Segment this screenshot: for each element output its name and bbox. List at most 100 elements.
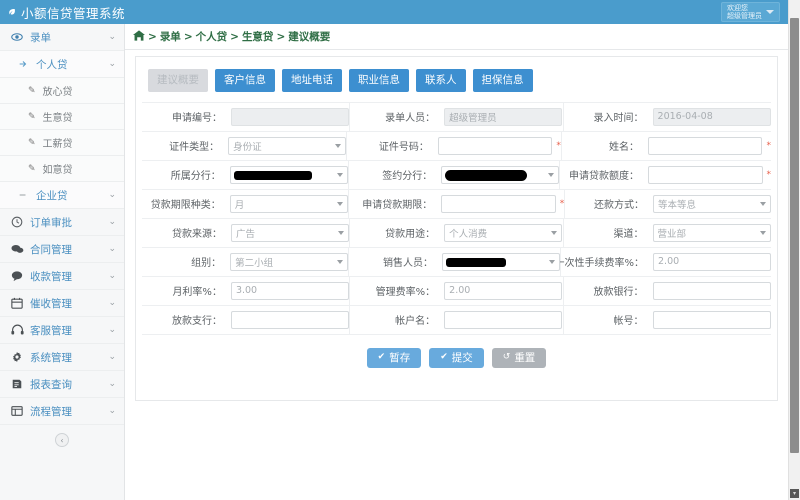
user-menu-button[interactable]: 欢迎您 超级管理员 [721, 2, 780, 22]
sidebar-item-dingdanshenpi[interactable]: 订单审批 ⌄ [0, 209, 124, 236]
fangkuan-yinhang-input[interactable] [653, 282, 771, 300]
check-icon: ✔ [440, 353, 448, 362]
shenqing-daikuan-qixian-input[interactable] [441, 195, 556, 213]
zhanghao-input[interactable] [653, 311, 771, 329]
field-label: 放款银行： [564, 277, 651, 305]
chongzhi-button[interactable]: ↺ 重置 [492, 348, 547, 369]
field-label: 帐号： [564, 306, 651, 334]
tab-kehuxinxi[interactable]: 客户信息 [215, 69, 275, 92]
sidebar-item-gerendai[interactable]: 个人贷 ⌄ [0, 51, 124, 78]
huankuan-fangshi-select[interactable]: 等本等息 [653, 195, 771, 213]
daikuan-qixian-zhonglei-select[interactable]: 月 [230, 195, 348, 213]
chevron-down-icon: ⌄ [108, 271, 116, 281]
select-value: 月 [235, 197, 245, 211]
field-label: 月利率%： [142, 277, 229, 305]
sidebar-item-fangxindai[interactable]: ✎ 放心贷 [0, 78, 124, 104]
required-asterisk: * [560, 199, 565, 209]
sidebar-item-lurudan[interactable]: 录单 ⌄ [0, 24, 124, 51]
zhengjian-haoma-input[interactable] [438, 137, 553, 155]
app-title: 小额信贷管理系统 [21, 3, 125, 22]
qudao-select[interactable]: 营业部 [653, 224, 771, 242]
breadcrumb-item-0[interactable]: 录单 [160, 29, 181, 44]
field-label: 帐户名： [350, 306, 442, 334]
sidebar-item-baobiaochaxun[interactable]: 报表查询 ⌄ [0, 371, 124, 398]
field-label: 销售人员： [349, 248, 440, 276]
shenqing-daikuan-edu-input[interactable] [648, 166, 763, 184]
sidebar-navigation: 录单 ⌄ 个人贷 ⌄ ✎ 放心贷 ✎ 生意贷 ✎ 工薪贷 ✎ 如意贷 [0, 24, 125, 500]
breadcrumb-item-2[interactable]: 生意贷 [242, 29, 274, 44]
sidebar-item-label: 合同管理 [26, 242, 108, 257]
zhanghuming-input[interactable] [444, 311, 562, 329]
arrow-right-icon [14, 59, 32, 69]
field-control: * [646, 161, 771, 189]
chevron-down-icon [766, 10, 774, 14]
sidebar-item-liuchengguanli[interactable]: 流程管理 ⌄ [0, 398, 124, 425]
field-label: 渠道： [564, 219, 651, 247]
pencil-icon: ✎ [28, 112, 36, 122]
field-label: 申请贷款期限： [349, 190, 440, 218]
sidebar-item-shoukuanguanli[interactable]: 收款管理 ⌄ [0, 263, 124, 290]
sidebar-item-qiyedai[interactable]: 企业贷 ⌄ [0, 182, 124, 209]
tab-jianyigaiyao[interactable]: 建议概要 [148, 69, 208, 92]
tijiao-button[interactable]: ✔ 提交 [429, 348, 484, 369]
xiaoshou-renyuan-select[interactable] [442, 253, 560, 271]
chevron-down-icon: ⌄ [108, 406, 116, 416]
scrollbar-down-button[interactable]: ▾ [790, 489, 799, 498]
sidebar-item-xitongguanli[interactable]: 系统管理 ⌄ [0, 344, 124, 371]
field-control: 2016-04-08 [651, 103, 771, 131]
zhengjian-leixing-select[interactable]: 身份证 [228, 137, 346, 155]
scrollbar-thumb[interactable] [790, 18, 799, 453]
sidebar-item-cuishouguanli[interactable]: 催收管理 ⌄ [0, 290, 124, 317]
zancun-button[interactable]: ✔ 暂存 [367, 348, 422, 369]
form-row: 贷款期限种类： 月 申请贷款期限： * 还款方式： [142, 190, 771, 219]
yuelilv-input[interactable]: 3.00 [231, 282, 349, 300]
form-grid: 申请编号： 录单人员： 超级管理员 录入时间： 2016-04-08 [142, 102, 771, 335]
tab-danbaoxinxi[interactable]: 担保信息 [473, 69, 533, 92]
field-label: 证件类型： [142, 132, 226, 160]
daikuan-laiyuan-select[interactable]: 广告 [231, 224, 349, 242]
sidebar-collapse-button[interactable]: ‹ [55, 433, 69, 447]
field-label: 还款方式： [565, 190, 651, 218]
bubble-icon [8, 270, 26, 282]
form-actions: ✔ 暂存 ✔ 提交 ↺ 重置 [142, 335, 771, 369]
daikuan-yongtu-select[interactable]: 个人消费 [444, 224, 562, 242]
qianyue-fenhang-select[interactable] [441, 166, 559, 184]
sidebar-item-gongxindai[interactable]: ✎ 工薪贷 [0, 130, 124, 156]
chat-icon [8, 243, 26, 255]
page-scrollbar[interactable]: ▾ [788, 0, 800, 500]
sidebar-item-ruyidai[interactable]: ✎ 如意贷 [0, 156, 124, 182]
xingming-input[interactable] [648, 137, 763, 155]
ludan-renyuan-input[interactable]: 超级管理员 [444, 108, 562, 126]
tab-dizhidianhua[interactable]: 地址电话 [282, 69, 342, 92]
sidebar-item-hetongguanli[interactable]: 合同管理 ⌄ [0, 236, 124, 263]
fangkuan-zhihang-input[interactable] [231, 311, 349, 329]
tab-bar: 建议概要 客户信息 地址电话 职业信息 联系人 担保信息 [142, 65, 771, 102]
breadcrumb-item-1[interactable]: 个人贷 [196, 29, 228, 44]
sidebar-item-label: 生意贷 [39, 109, 116, 124]
redaction-overlay [446, 258, 506, 267]
field-label: 所属分行： [142, 161, 228, 189]
guanlifeilv-input[interactable]: 2.00 [444, 282, 562, 300]
chevron-down-icon: ⌄ [108, 352, 116, 362]
top-header-bar: 小额信贷管理系统 欢迎您 超级管理员 [0, 0, 788, 24]
luru-shijian-input[interactable]: 2016-04-08 [653, 108, 771, 126]
sidebar-item-shengyidai[interactable]: ✎ 生意贷 [0, 104, 124, 130]
field-control: 营业部 [651, 219, 771, 247]
select-value: 第二小组 [235, 255, 273, 269]
sidebar-item-kefuguanli[interactable]: 客服管理 ⌄ [0, 317, 124, 344]
suoshu-fenhang-select[interactable] [230, 166, 348, 184]
zubie-select[interactable]: 第二小组 [230, 253, 348, 271]
calendar-icon [8, 297, 26, 309]
field-label: 签约分行： [349, 161, 440, 189]
home-icon[interactable] [133, 30, 145, 44]
gear-icon [8, 351, 26, 363]
select-value: 个人消费 [449, 226, 487, 240]
breadcrumb-separator: > [184, 31, 193, 43]
shenqing-bianhao-input[interactable] [231, 108, 349, 126]
tab-zhiyexinxi[interactable]: 职业信息 [349, 69, 409, 92]
chevron-down-icon: ⌄ [108, 379, 116, 389]
chevron-down-icon: ⌄ [108, 217, 116, 227]
yicixing-shouxufeilv-input[interactable]: 2.00 [653, 253, 771, 271]
tab-lianxiren[interactable]: 联系人 [416, 69, 466, 92]
chevron-down-icon [337, 260, 343, 264]
